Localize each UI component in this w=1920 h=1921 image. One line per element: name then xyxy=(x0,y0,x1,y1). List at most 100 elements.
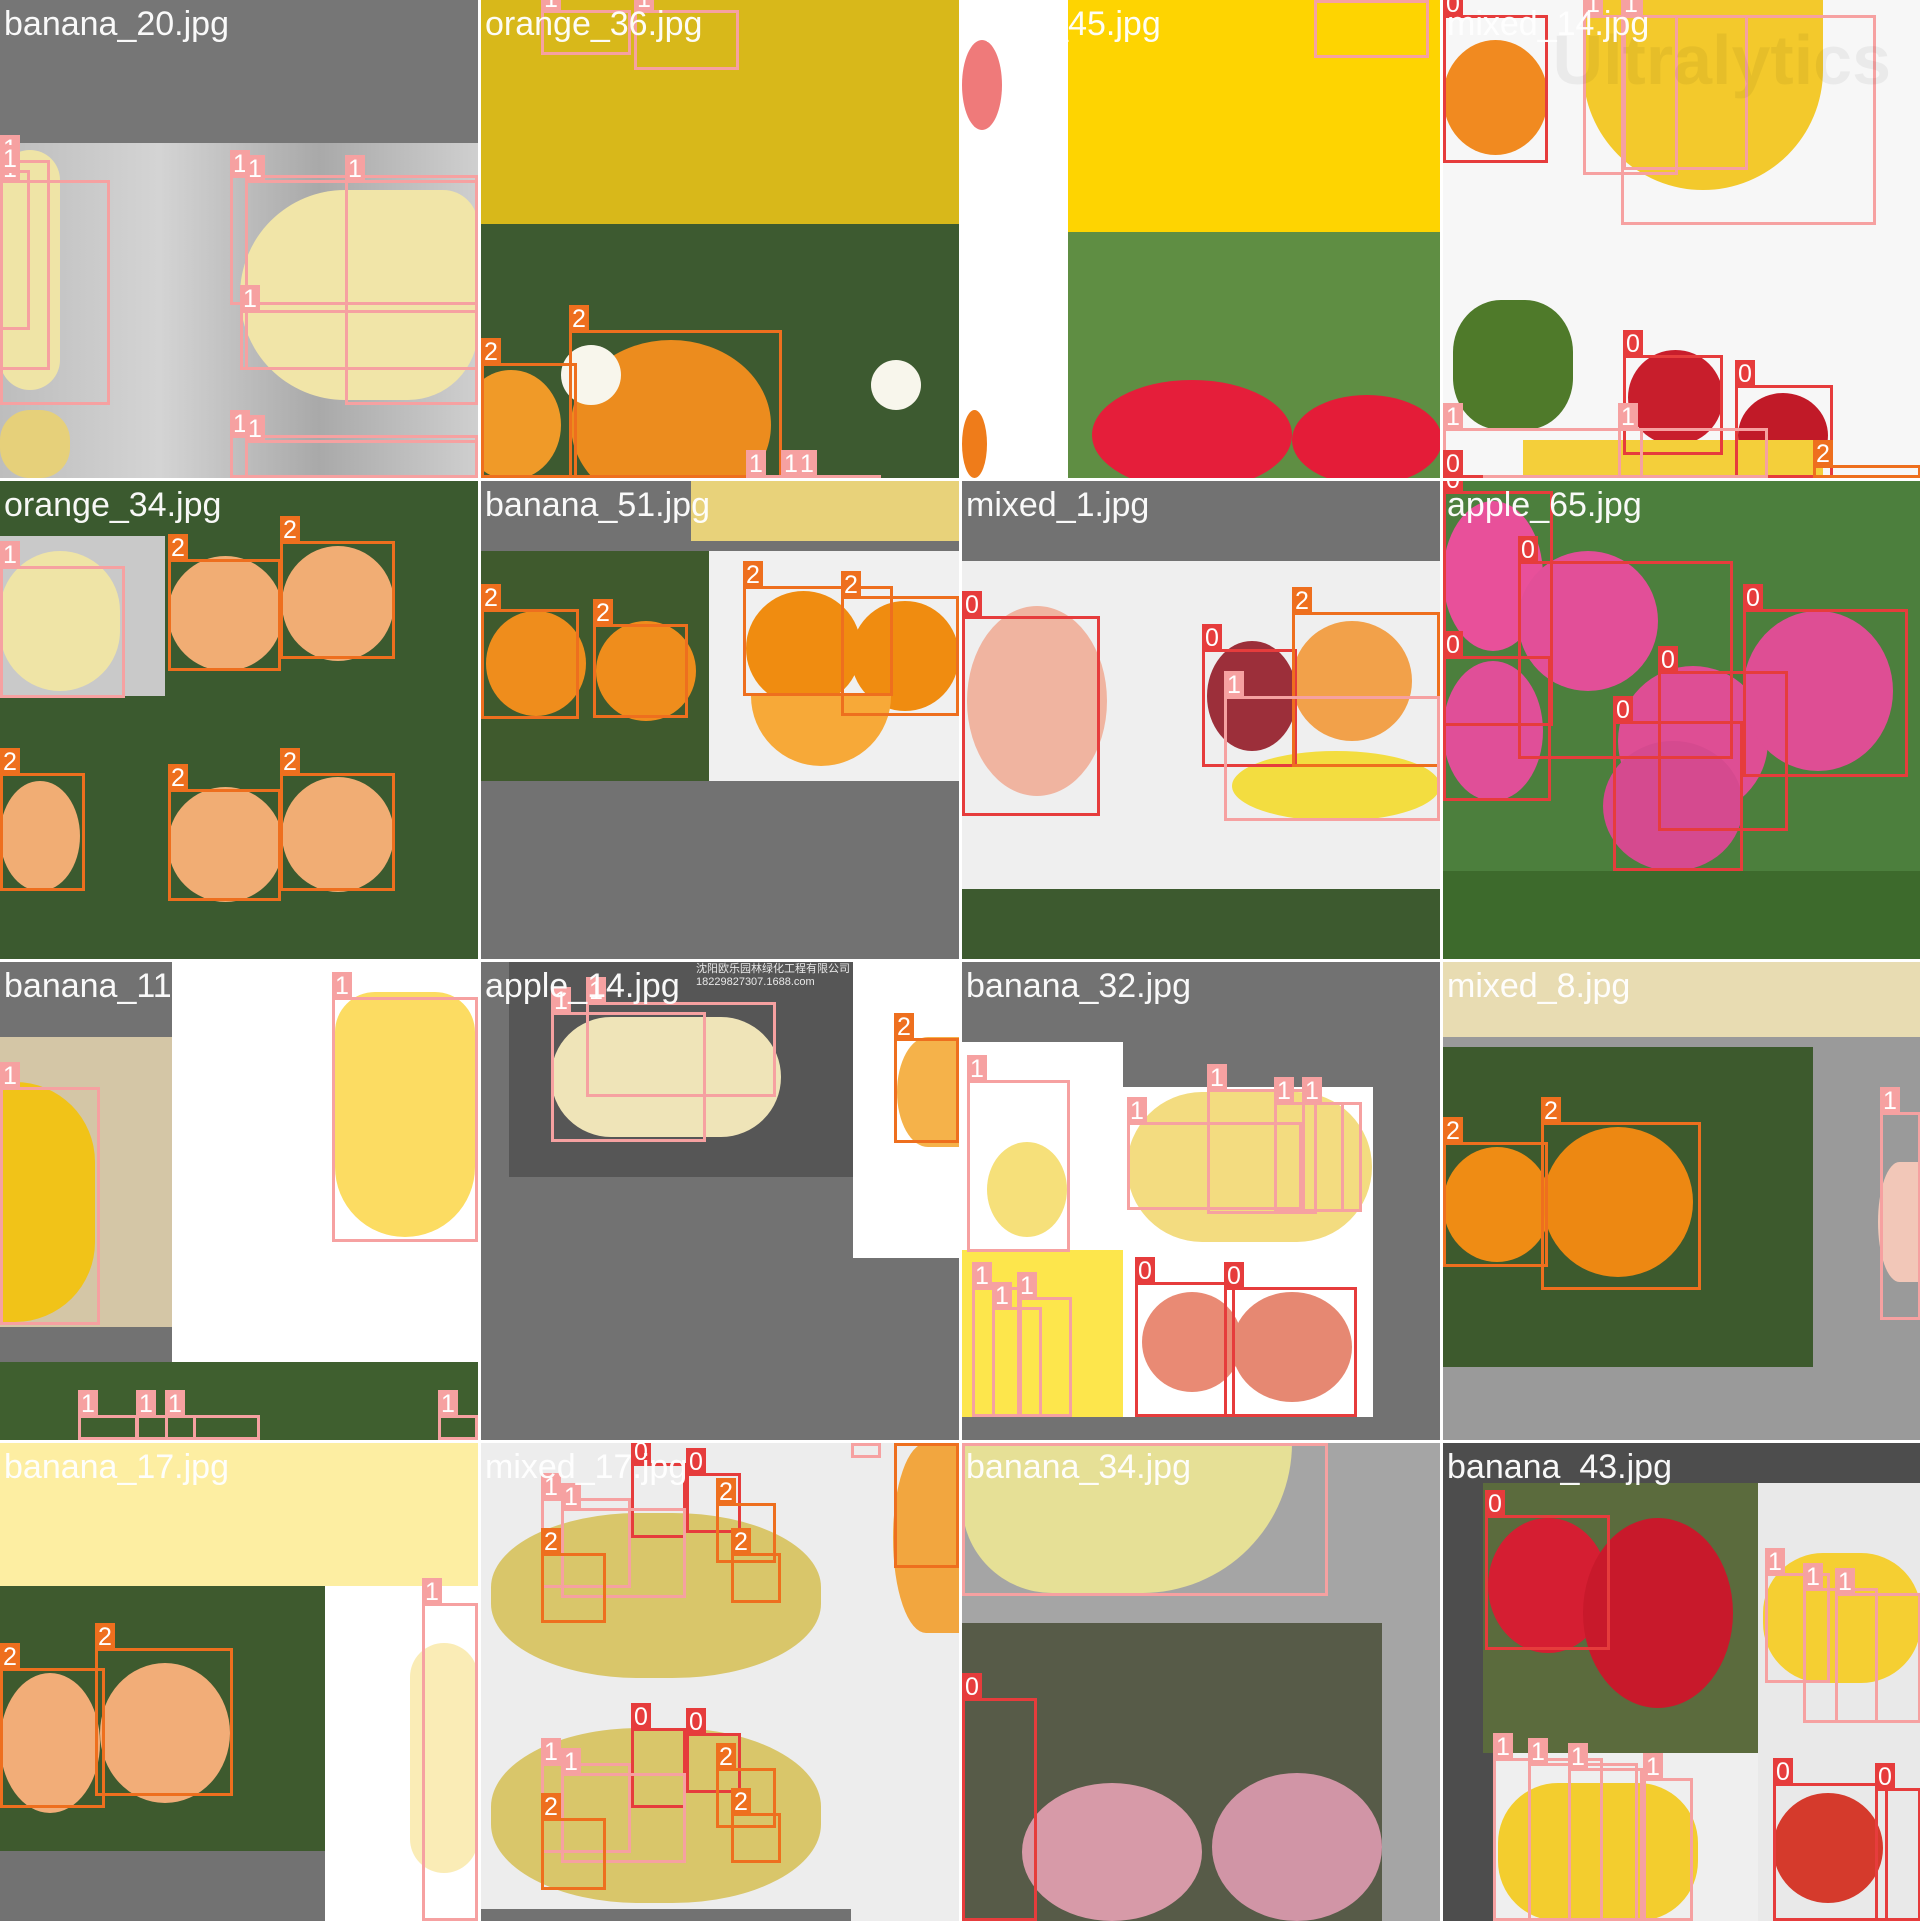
apple-fruit xyxy=(1212,1773,1382,1921)
detection-box: 1 xyxy=(586,977,776,1097)
class-label: 1 xyxy=(332,972,352,1000)
detection-box: 0 xyxy=(1485,1490,1610,1650)
tile-apple-45: apple_45.jpg 1 xyxy=(962,0,1440,478)
detection-box: 2 xyxy=(0,1643,105,1808)
detection-box: 1 xyxy=(165,1390,260,1440)
detection-box: 2 xyxy=(1443,1117,1548,1267)
class-label: 0 xyxy=(1202,624,1222,652)
class-label: 2 xyxy=(280,516,300,544)
class-label: 1 xyxy=(1443,403,1463,431)
class-label: 1 xyxy=(1493,1733,1513,1761)
class-label: 1 xyxy=(962,1443,982,1446)
detection-box: 2 xyxy=(894,1443,959,1568)
detection-box: 0 xyxy=(962,1673,1037,1921)
class-label: 0 xyxy=(1443,450,1463,478)
banana-top xyxy=(691,481,959,541)
class-label: 2 xyxy=(0,748,20,776)
class-label: 2 xyxy=(731,1788,751,1816)
class-label: 1 xyxy=(561,1483,581,1511)
class-label: 1 xyxy=(245,415,265,443)
class-label: 1 xyxy=(136,1390,156,1418)
detection-box: 2 xyxy=(168,764,281,901)
detection-box: 1 xyxy=(0,541,125,698)
class-label: 1 xyxy=(1127,1097,1147,1125)
class-label: 1 xyxy=(1274,1077,1294,1105)
class-label: 0 xyxy=(686,1448,706,1476)
apple-fruit xyxy=(1022,1783,1202,1921)
detection-box: 1 xyxy=(422,1578,478,1921)
class-label: 1 xyxy=(1568,1743,1588,1771)
detection-box: 0 xyxy=(1443,450,1483,478)
tile-filename: orange_34.jpg xyxy=(4,486,222,524)
class-label: 1 xyxy=(78,1390,98,1418)
detection-box: 0 xyxy=(1135,1257,1235,1417)
class-label: 2 xyxy=(1292,587,1312,615)
class-label: 2 xyxy=(541,1528,561,1556)
tile-filename: mixed_17.jpg xyxy=(485,1448,688,1486)
class-label: 1 xyxy=(1224,671,1244,699)
detection-box: 1 xyxy=(78,1390,138,1440)
class-label: 0 xyxy=(1485,1490,1505,1518)
class-label: 2 xyxy=(841,571,861,599)
class-label: 1 xyxy=(1302,1077,1322,1105)
class-label: 0 xyxy=(962,591,982,619)
tile-apple-14: 沈阳欧乐园林绿化工程有限公司 18229827307.1688.com appl… xyxy=(481,962,959,1440)
grey-bottom xyxy=(0,1851,325,1921)
tile-banana-51: banana_51.jpg 2 2 2 2 xyxy=(481,481,959,959)
detection-box: 2 xyxy=(95,1623,233,1796)
detection-box: 2 xyxy=(841,571,959,716)
class-label: 1 xyxy=(1880,1087,1900,1115)
orange-blossom xyxy=(871,360,921,410)
bottom-leaves xyxy=(962,889,1440,959)
class-label: 1 xyxy=(967,1055,987,1083)
tile-filename: apple_45.jpg xyxy=(966,5,1161,43)
class-label: 0 xyxy=(1224,1262,1244,1290)
tile-mixed-8: mixed_8.jpg 2 2 1 xyxy=(1443,962,1920,1440)
tile-filename: banana_20.jpg xyxy=(4,5,230,43)
class-label: 0 xyxy=(1623,330,1643,358)
detection-box: 1 xyxy=(1880,1087,1920,1320)
class-label: 2 xyxy=(168,534,188,562)
detection-box: 1 xyxy=(345,155,478,405)
class-label: 0 xyxy=(962,1673,982,1701)
detection-box: 2 xyxy=(593,599,688,718)
class-label: 1 xyxy=(345,155,365,183)
detection-box: 2 xyxy=(481,338,577,478)
tile-filename: banana_34.jpg xyxy=(966,1448,1192,1486)
class-label: 1 xyxy=(1017,1272,1037,1300)
detection-box: 2 xyxy=(541,1793,606,1890)
detection-box: 2 xyxy=(731,1788,781,1863)
tile-filename: mixed_14.jpg xyxy=(1447,5,1650,43)
class-label: 2 xyxy=(894,1443,914,1446)
detection-box: 1 xyxy=(332,972,478,1242)
detection-box: 1 xyxy=(797,450,877,478)
class-label: 2 xyxy=(541,1793,561,1821)
class-label: 1 xyxy=(0,1062,20,1090)
class-label: 1 xyxy=(851,1443,871,1446)
detection-box: 2 xyxy=(280,748,395,891)
class-label: 1 xyxy=(972,1262,992,1290)
class-label: 0 xyxy=(1518,536,1538,564)
detection-box: 1 xyxy=(1302,1077,1362,1212)
class-label: 2 xyxy=(280,748,300,776)
class-label: 1 xyxy=(1207,1064,1227,1092)
tile-banana-43: banana_43.jpg 0 1 1 1 1 1 1 1 0 0 xyxy=(1443,1443,1920,1921)
class-label: 0 xyxy=(1613,696,1633,724)
detection-box: 1 xyxy=(0,1062,100,1325)
detection-box: 1 xyxy=(1568,1743,1643,1921)
class-label: 0 xyxy=(1743,584,1763,612)
class-label: 1 xyxy=(422,1578,442,1606)
tile-banana-34: banana_34.jpg 1 0 xyxy=(962,1443,1440,1921)
class-label: 2 xyxy=(593,599,613,627)
class-label: 1 xyxy=(438,1390,458,1418)
tile-apple-65: apple_65.jpg 0 0 0 0 0 0 xyxy=(1443,481,1920,959)
class-label: 2 xyxy=(168,764,188,792)
tile-filename: banana_43.jpg xyxy=(1447,1448,1673,1486)
class-label: 0 xyxy=(1773,1758,1793,1786)
tile-banana-11: banana_11.jpg 1 1 1 1 1 1 xyxy=(0,962,478,1440)
class-label: 1 xyxy=(1643,1753,1663,1781)
detection-box: 1 xyxy=(438,1390,478,1440)
tile-filename: banana_32.jpg xyxy=(966,967,1192,1005)
tile-mixed-14: Ultralytics mixed_14.jpg 0 1 1 1 0 0 1 1… xyxy=(1443,0,1920,478)
detection-box: 2 xyxy=(1541,1097,1701,1290)
